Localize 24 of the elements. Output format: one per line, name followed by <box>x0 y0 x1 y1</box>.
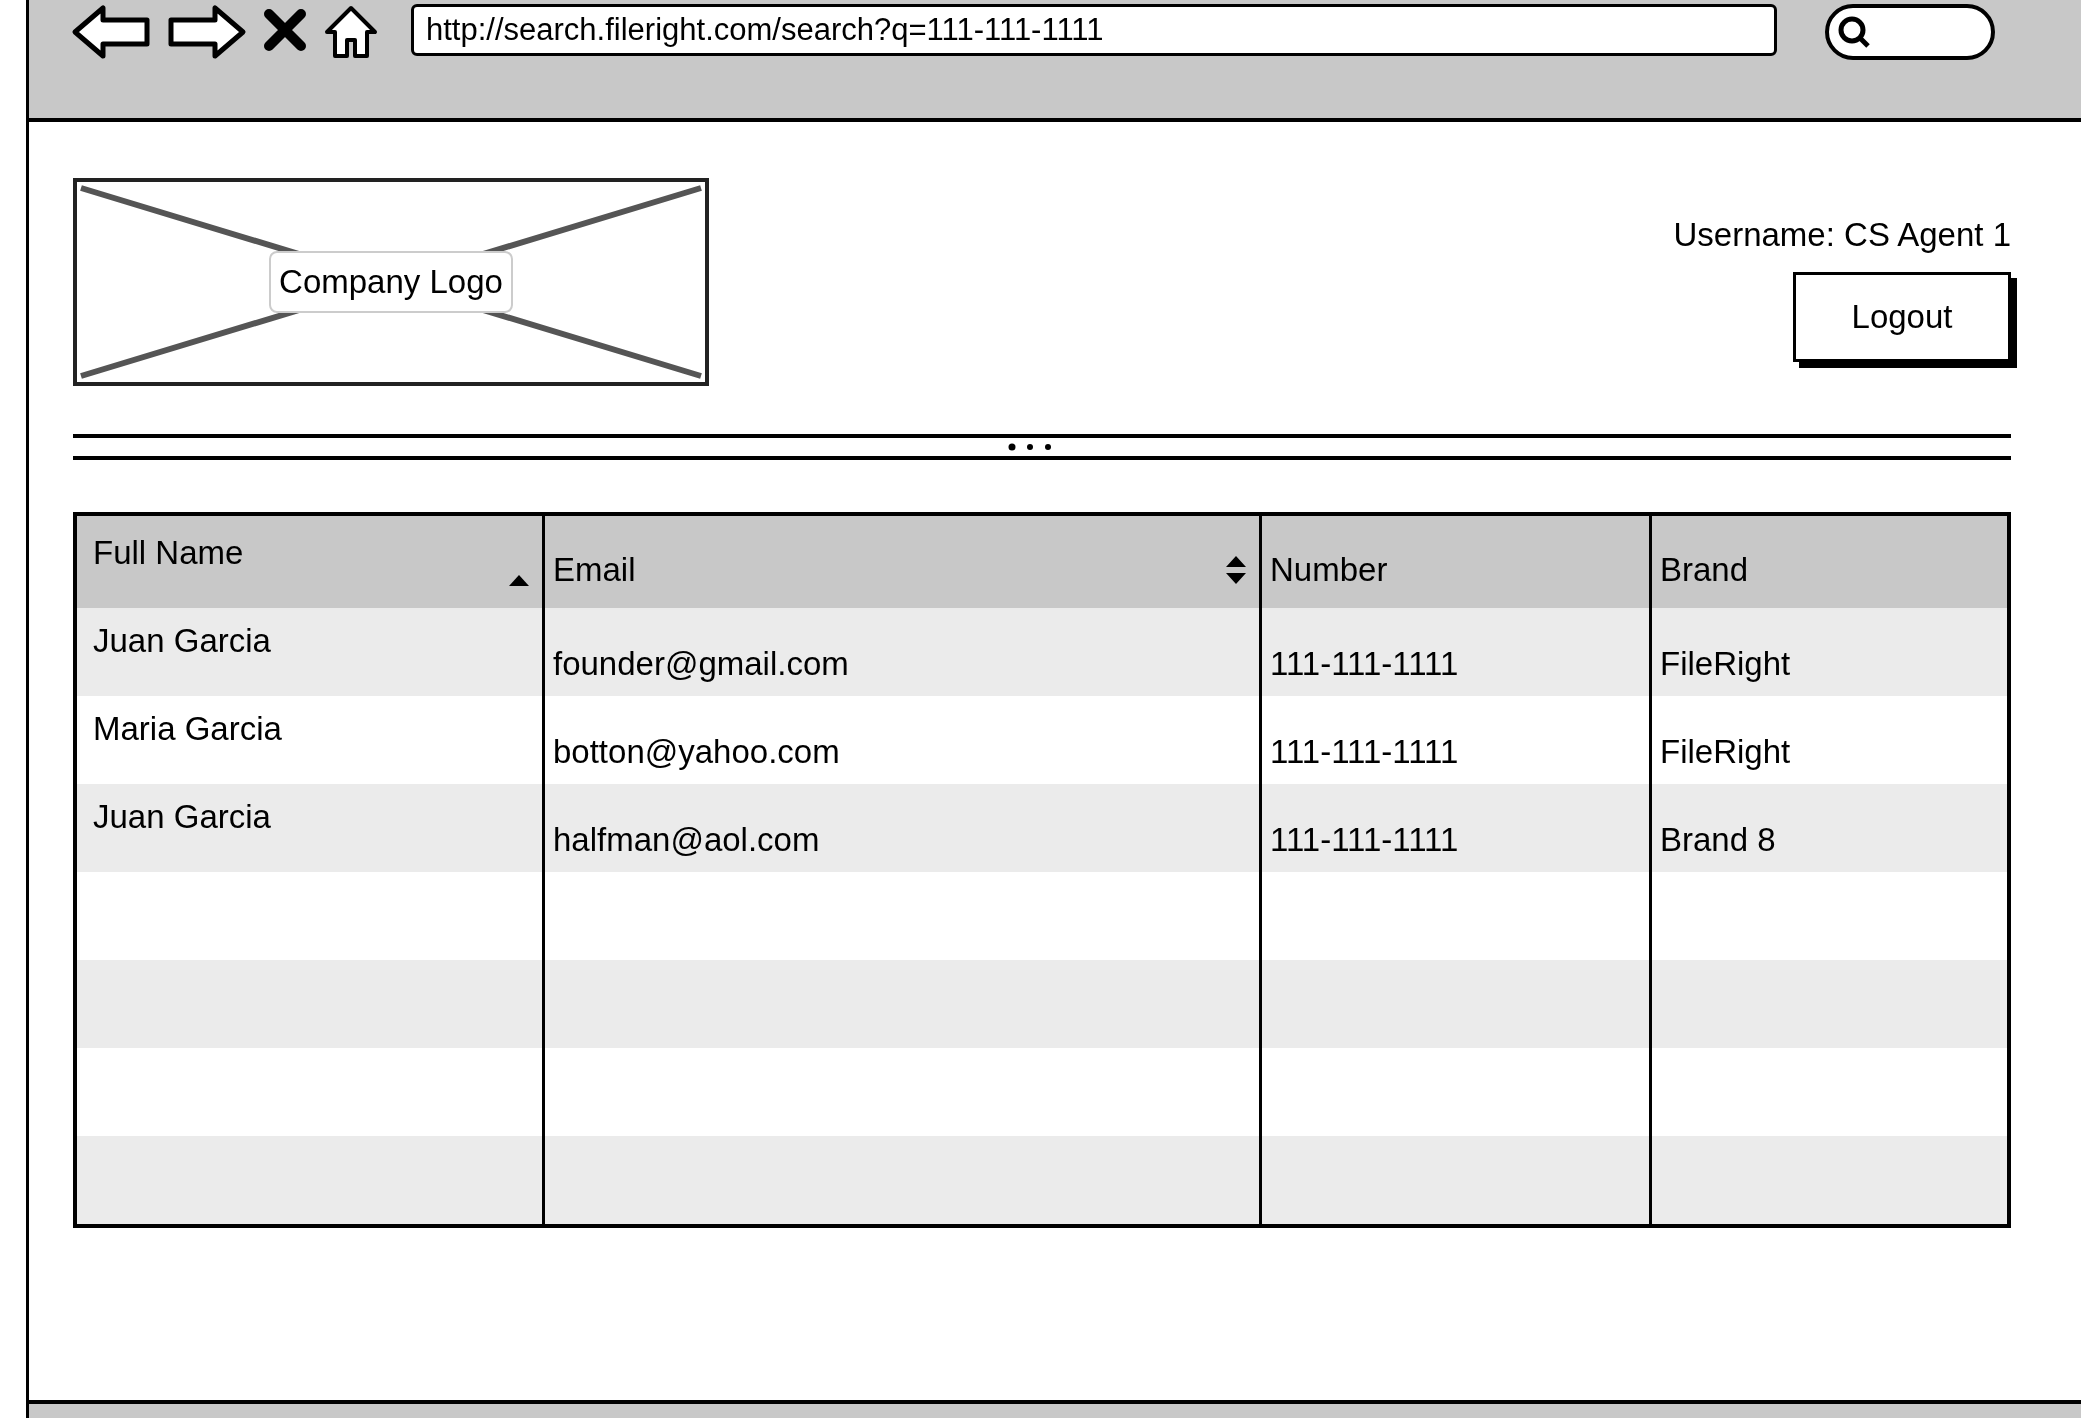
logo-label: Company Logo <box>269 251 513 313</box>
close-icon[interactable] <box>263 8 307 52</box>
table-cell-text: Juan Garcia <box>93 797 271 837</box>
table-cell-text: Brand 8 <box>1660 820 1776 861</box>
table-cell-text: Maria Garcia <box>93 709 282 749</box>
sort-icon[interactable] <box>1225 554 1247 586</box>
table-cell-text: FileRight <box>1660 732 1791 773</box>
table-cell-text: 111-111-1111 <box>1270 820 1459 861</box>
table-cell-text: Juan Garcia <box>93 621 271 661</box>
table-cell-text: founder@gmail.com <box>553 644 849 685</box>
forward-arrow-icon[interactable] <box>167 4 247 60</box>
table-cell-text: botton@yahoo.com <box>553 732 840 773</box>
url-field[interactable]: http://search.fileright.com/search?q=111-111-1111 <box>411 4 1777 56</box>
table-cell-text: 111-111-1111 <box>1270 644 1459 685</box>
sort-ascending-icon[interactable] <box>508 573 530 587</box>
column-header[interactable]: Brand <box>1652 516 2007 608</box>
table-cell-text: halfman@aol.com <box>553 820 820 861</box>
search-field[interactable] <box>1825 4 1995 60</box>
table-cell-text: FileRight <box>1660 644 1791 685</box>
username-label: Username: CS Agent 1 <box>1673 215 2011 255</box>
search-icon <box>1837 15 1871 49</box>
home-icon[interactable] <box>323 4 379 60</box>
back-arrow-icon[interactable] <box>71 4 151 60</box>
table-cell-text: 111-111-1111 <box>1270 732 1459 773</box>
